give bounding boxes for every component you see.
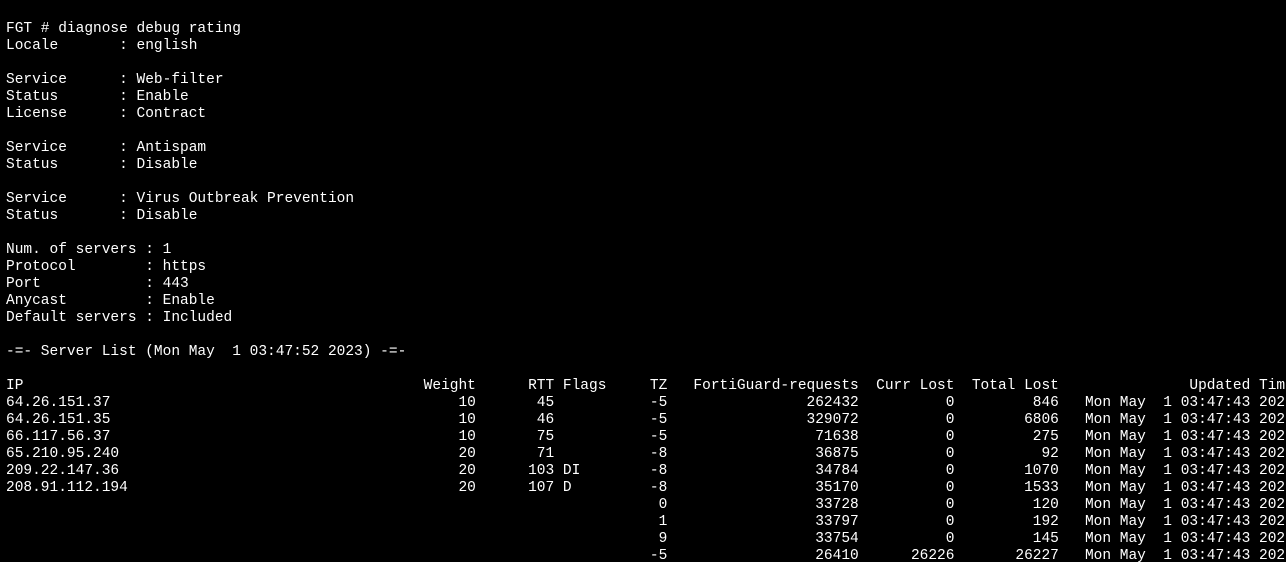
kv-line: Status : Disable (6, 208, 197, 224)
terminal-output: FGT # diagnose debug rating Locale : eng… (0, 0, 1286, 562)
kv-line: Service : Web-filter (6, 72, 224, 88)
blank-line (6, 361, 15, 377)
kv-line: Default servers : Included (6, 310, 232, 326)
kv-line: Num. of servers : 1 (6, 242, 171, 258)
kv-line: License : Contract (6, 106, 206, 122)
kv-line: Service : Virus Outbreak Prevention (6, 191, 354, 207)
mouse-cursor-icon: - (6, 344, 15, 360)
kv-line: Anycast : Enable (6, 293, 215, 309)
kv-line: Port : 443 (6, 276, 189, 292)
command-line: FGT # diagnose debug rating (6, 21, 241, 37)
kv-line: Service : Antispam (6, 140, 206, 156)
kv-line: Protocol : https (6, 259, 206, 275)
server-table: IP Weight RTT Flags TZ FortiGuard-reques… (6, 378, 1286, 562)
kv-line: Status : Enable (6, 89, 189, 105)
server-list-header: =- Server List (Mon May 1 03:47:52 2023)… (15, 344, 407, 360)
kv-line: Locale : english (6, 38, 197, 54)
kv-line: Status : Disable (6, 157, 197, 173)
